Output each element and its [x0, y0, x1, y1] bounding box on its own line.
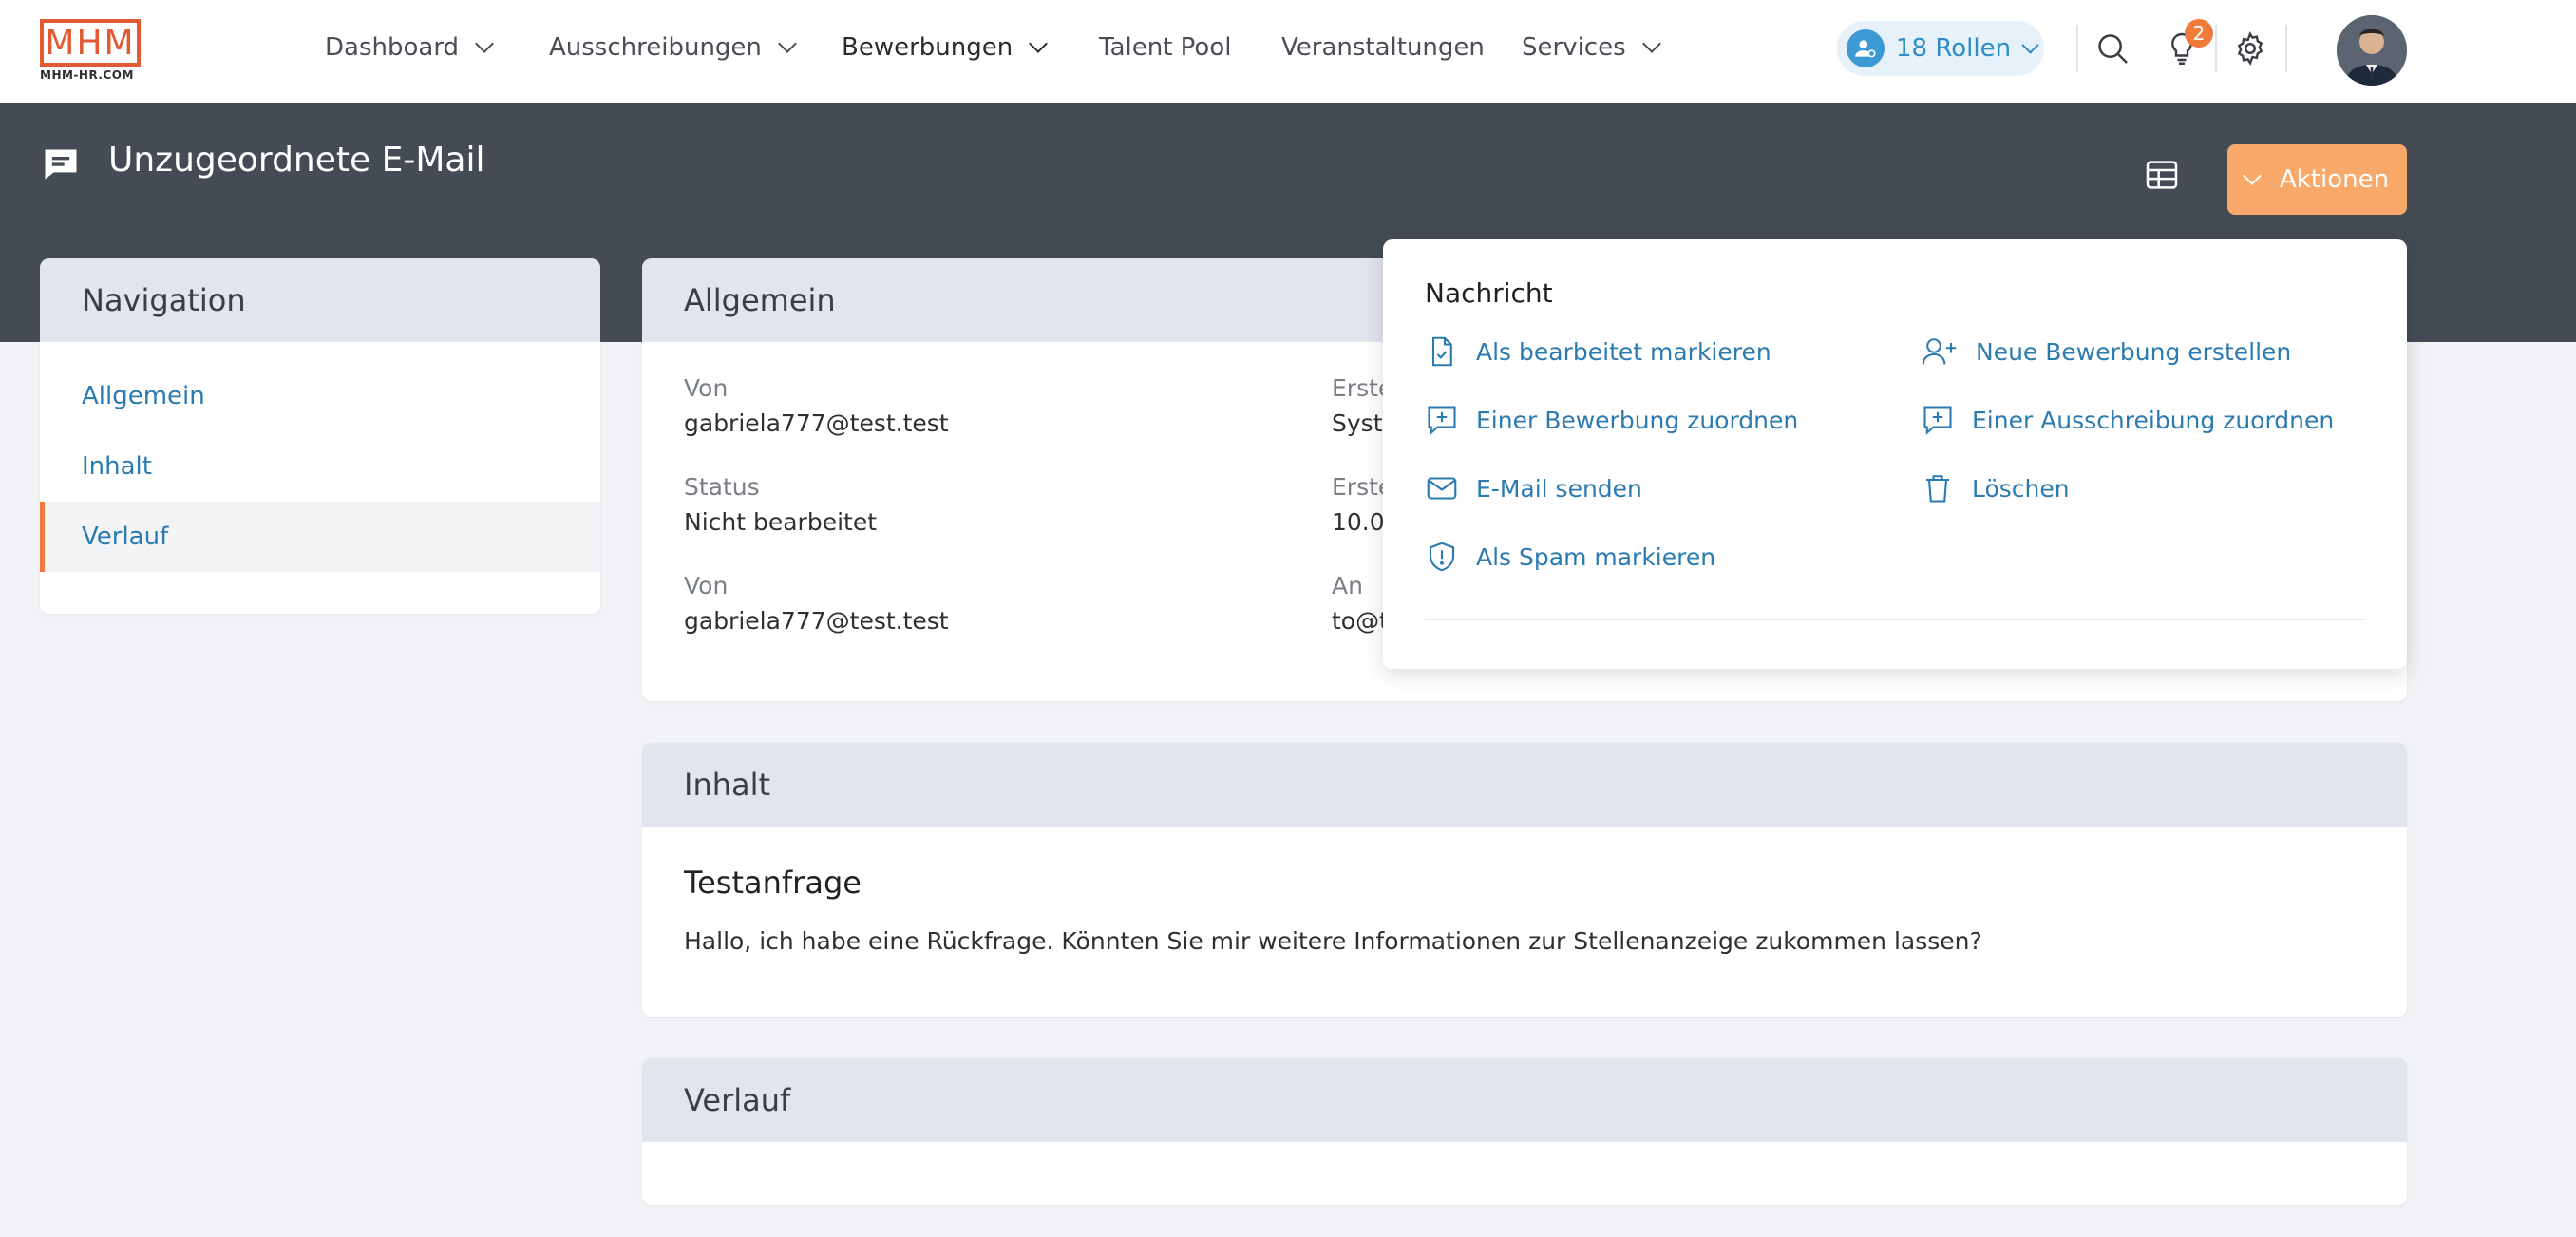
roles-switcher[interactable]: 18 Rollen [1837, 21, 2044, 76]
content-title: Inhalt [642, 743, 2407, 827]
chevron-down-icon [475, 34, 494, 53]
chevron-down-icon [1029, 34, 1049, 53]
actions-button-label: Aktionen [2279, 165, 2390, 194]
sidebar-item-allgemein[interactable]: Allgemein [40, 361, 600, 431]
mark-spam-menu-item[interactable]: Als Spam markieren [1425, 536, 1715, 578]
assign-posting-menu-item[interactable]: Einer Ausschreibung zuordnen [1921, 399, 2334, 441]
company-logo[interactable]: MHM MHM-HR.COM [40, 19, 142, 82]
to-label: An [1332, 572, 1363, 599]
from-field-2: Von gabriela777@test.test [684, 572, 949, 635]
nav-ausschreibungen[interactable]: Ausschreibungen [549, 29, 797, 67]
user-plus-icon [1922, 338, 1957, 365]
chevron-down-icon [2021, 35, 2039, 54]
to-field: An to@t [1332, 572, 1389, 635]
actions-button[interactable]: Aktionen [2227, 144, 2407, 215]
page-title: Unzugeordnete E-Mail [108, 141, 485, 180]
shield-alert-icon [1429, 542, 1455, 572]
mail-icon [1427, 477, 1457, 500]
status-value: Nicht bearbeitet [684, 508, 878, 536]
assign-application-menu-item[interactable]: Einer Bewerbung zuordnen [1425, 399, 1798, 441]
nav-dashboard-label: Dashboard [325, 33, 460, 62]
logo-mark: MHM [40, 19, 141, 67]
delete-menu-item[interactable]: Löschen [1921, 467, 2070, 509]
avatar[interactable] [2337, 15, 2407, 86]
message-icon [40, 144, 82, 186]
send-email-label: E-Mail senden [1476, 474, 1642, 503]
dropdown-divider [1425, 619, 2365, 620]
nav-bewerbungen-label: Bewerbungen [842, 33, 1013, 62]
chevron-down-icon [778, 34, 797, 53]
nav-veranstaltungen[interactable]: Veranstaltungen [1281, 29, 1485, 67]
nav-talent-pool[interactable]: Talent Pool [1099, 29, 1231, 67]
nav-ausschreibungen-label: Ausschreibungen [549, 33, 762, 62]
from-label: Von [684, 374, 729, 402]
roles-label: 18 Rollen [1896, 34, 2012, 63]
assign-application-label: Einer Bewerbung zuordnen [1476, 406, 1799, 434]
divider [2215, 25, 2217, 72]
sidebar-item-verlauf[interactable]: Verlauf [40, 502, 600, 572]
divider [2285, 25, 2287, 72]
actions-menu-heading: Nachricht [1425, 277, 1553, 309]
message-plus-icon [1428, 406, 1456, 435]
mark-spam-label: Als Spam markieren [1476, 542, 1716, 571]
status-label: Status [684, 473, 760, 501]
new-application-menu-item[interactable]: Neue Bewerbung erstellen [1921, 331, 2291, 372]
file-check-icon [1431, 336, 1452, 367]
nav-bewerbungen[interactable]: Bewerbungen [842, 29, 1049, 67]
mark-processed-label: Als bearbeitet markieren [1476, 337, 1771, 366]
nav-dashboard[interactable]: Dashboard [325, 29, 494, 67]
assign-posting-label: Einer Ausschreibung zuordnen [1972, 406, 2335, 434]
nav-services-label: Services [1522, 33, 1626, 62]
navigation-card: Navigation Allgemein Inhalt Verlauf [40, 258, 600, 614]
status-field: Status Nicht bearbeitet [684, 473, 877, 536]
chevron-down-icon [1641, 34, 1661, 53]
history-card: Verlauf [642, 1058, 2407, 1205]
actions-dropdown-menu: Nachricht Als bearbeitet markieren Neue … [1383, 239, 2407, 669]
sidebar-item-inhalt[interactable]: Inhalt [40, 431, 600, 502]
trash-icon [1926, 475, 1949, 503]
history-title: Verlauf [642, 1058, 2407, 1142]
delete-label: Löschen [1972, 474, 2070, 503]
send-email-menu-item[interactable]: E-Mail senden [1425, 467, 1642, 509]
to-value: to@t [1332, 607, 1389, 635]
search-icon[interactable] [2091, 27, 2134, 70]
message-plus-icon [1923, 406, 1952, 435]
from-value: gabriela777@test.test [684, 409, 949, 437]
message-subject: Testanfrage [684, 865, 862, 901]
message-body: Hallo, ich habe eine Rückfrage. Könnten … [684, 927, 1982, 955]
nav-talent-pool-label: Talent Pool [1099, 33, 1232, 62]
from-field: Von gabriela777@test.test [684, 374, 949, 437]
new-application-label: Neue Bewerbung erstellen [1976, 337, 2292, 366]
from-value-2: gabriela777@test.test [684, 607, 949, 635]
content-card: Inhalt Testanfrage Hallo, ich habe eine … [642, 743, 2407, 1017]
nav-services[interactable]: Services [1522, 29, 1661, 67]
nav-veranstaltungen-label: Veranstaltungen [1281, 33, 1485, 62]
from-label-2: Von [684, 572, 729, 599]
user-settings-icon [1847, 29, 1885, 67]
top-navigation-bar: MHM MHM-HR.COM Dashboard Ausschreibungen… [0, 0, 2576, 103]
gear-icon[interactable] [2228, 27, 2272, 70]
table-icon[interactable] [2143, 156, 2188, 201]
notification-badge: 2 [2185, 19, 2213, 48]
divider [2076, 25, 2078, 72]
logo-subtext: MHM-HR.COM [40, 68, 134, 82]
mark-processed-menu-item[interactable]: Als bearbeitet markieren [1425, 331, 1771, 372]
chevron-down-icon [2243, 166, 2262, 185]
navigation-title: Navigation [40, 258, 600, 342]
